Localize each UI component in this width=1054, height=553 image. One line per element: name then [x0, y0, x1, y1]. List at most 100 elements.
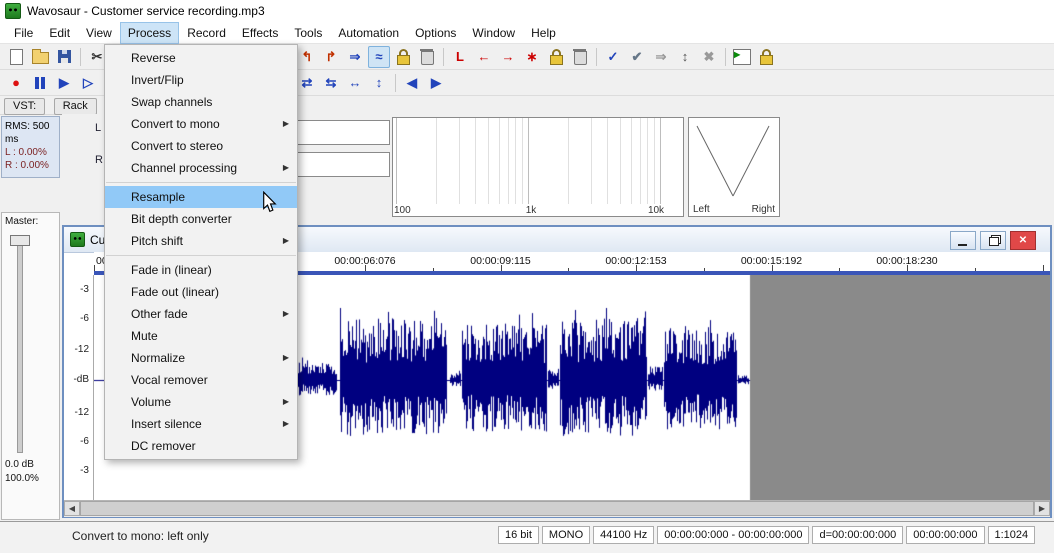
- lock-loops-button[interactable]: [545, 46, 567, 68]
- dotted-arrow-button[interactable]: ⇒: [650, 46, 672, 68]
- previous-marker-button[interactable]: ↰: [296, 46, 318, 68]
- menu-file[interactable]: File: [6, 22, 41, 44]
- loop-out-button[interactable]: →: [497, 46, 519, 68]
- menu-tools[interactable]: Tools: [286, 22, 330, 44]
- submenu-arrow-icon: ▶: [283, 303, 289, 325]
- status-field-4: d=00:00:00:000: [812, 526, 903, 544]
- menu-window[interactable]: Window: [464, 22, 523, 44]
- save-file-button[interactable]: [53, 46, 75, 68]
- rms-window-label: RMS: 500 ms: [5, 120, 59, 146]
- spectrum-gridline: [528, 118, 529, 204]
- menu-item-mute[interactable]: Mute: [105, 325, 297, 347]
- zoom-loop-button[interactable]: ⇆: [320, 72, 342, 94]
- menu-item-vocal-remover[interactable]: Vocal remover: [105, 369, 297, 391]
- spectrum-gridline: [508, 118, 509, 204]
- lock-loops-icon: [550, 55, 563, 65]
- db-scale-label: -12: [75, 407, 89, 418]
- menu-item-pitch-shift[interactable]: Pitch shift▶: [105, 230, 297, 252]
- menu-item-insert-silence[interactable]: Insert silence ▶: [105, 413, 297, 435]
- loop-marker-button[interactable]: ∗: [521, 46, 543, 68]
- menu-effects[interactable]: Effects: [234, 22, 286, 44]
- menu-item-reverse[interactable]: Reverse: [105, 47, 297, 69]
- menu-separator: [106, 255, 296, 256]
- vst-rack-button[interactable]: Rack: [54, 98, 97, 115]
- menu-record[interactable]: Record: [179, 22, 234, 44]
- menu-item-invert-flip[interactable]: Invert/Flip: [105, 69, 297, 91]
- menu-item-volume[interactable]: Volume▶: [105, 391, 297, 413]
- minimize-button[interactable]: [950, 231, 976, 250]
- dotted-arrow-icon: ⇒: [656, 49, 667, 65]
- horizontal-scrollbar[interactable]: ◀ ▶: [64, 500, 1050, 517]
- scroll-right-arrow-icon[interactable]: ▶: [1034, 501, 1050, 516]
- zoom-selection-button[interactable]: ⇄: [296, 72, 318, 94]
- zero-crossing-button[interactable]: ✓: [602, 46, 624, 68]
- menu-item-convert-to-stereo[interactable]: Convert to stereo: [105, 135, 297, 157]
- menu-process[interactable]: Process: [120, 22, 179, 44]
- scrollbar-thumb[interactable]: [80, 501, 1034, 516]
- previous-view-button[interactable]: ◀: [401, 72, 423, 94]
- vu-right-label: R: [95, 154, 104, 166]
- menu-item-convert-to-mono[interactable]: Convert to mono▶: [105, 113, 297, 135]
- submenu-arrow-icon: ▶: [283, 113, 289, 135]
- scroll-left-arrow-icon[interactable]: ◀: [64, 501, 80, 516]
- restore-button[interactable]: [980, 231, 1006, 250]
- lock-preview-icon: [760, 55, 773, 65]
- menu-item-fade-in-linear-[interactable]: Fade in (linear): [105, 259, 297, 281]
- vst-label-button[interactable]: VST:: [4, 98, 45, 115]
- title-bar[interactable]: Wavosaur - Customer service recording.mp…: [0, 0, 1054, 23]
- menu-automation[interactable]: Automation: [330, 22, 407, 44]
- delete-loops-button[interactable]: [569, 46, 591, 68]
- zoom-vertical-button[interactable]: ↕: [368, 72, 390, 94]
- submenu-arrow-icon: ▶: [283, 157, 289, 179]
- delete-markers-button[interactable]: [416, 46, 438, 68]
- menu-item-other-fade[interactable]: Other fade ▶: [105, 303, 297, 325]
- submenu-arrow-icon: ▶: [283, 230, 289, 252]
- play-button[interactable]: ▶: [53, 72, 75, 94]
- menu-item-label: Vocal remover: [131, 373, 208, 387]
- cancel-button[interactable]: ✖: [698, 46, 720, 68]
- menu-item-swap-channels[interactable]: Swap channels: [105, 91, 297, 113]
- validate-button[interactable]: ✔: [626, 46, 648, 68]
- spectrum-gridline: [660, 118, 661, 204]
- menu-item-dc-remover[interactable]: DC remover: [105, 435, 297, 457]
- submenu-arrow-icon: ▶: [283, 413, 289, 435]
- menu-item-normalize[interactable]: Normalize▶: [105, 347, 297, 369]
- zoom-all-button[interactable]: ↔: [344, 72, 366, 94]
- open-file-button[interactable]: [29, 46, 51, 68]
- menu-item-label: Other fade: [131, 307, 188, 321]
- pause-button[interactable]: [29, 72, 51, 94]
- play-preview-button[interactable]: ▶: [731, 46, 753, 68]
- menu-item-channel-processing[interactable]: Channel processing ▶: [105, 157, 297, 179]
- close-button[interactable]: ✕: [1010, 231, 1036, 250]
- next-marker-button[interactable]: ↱: [320, 46, 342, 68]
- zoom-all-icon: ↔: [349, 75, 362, 90]
- new-file-button[interactable]: [5, 46, 27, 68]
- spectrum-gridline: [591, 118, 592, 204]
- menu-help[interactable]: Help: [523, 22, 564, 44]
- master-db-value: 0.0 dB: [5, 459, 34, 470]
- record-button[interactable]: ●: [5, 72, 27, 94]
- menu-item-fade-out-linear-[interactable]: Fade out (linear): [105, 281, 297, 303]
- lock-preview-button[interactable]: [755, 46, 777, 68]
- db-scale-label: -12: [75, 344, 89, 355]
- play-from-marker-button[interactable]: ⇒: [344, 46, 366, 68]
- menu-item-label: Insert silence: [131, 417, 202, 431]
- menu-options[interactable]: Options: [407, 22, 464, 44]
- master-slider-track[interactable]: [17, 235, 23, 453]
- master-slider-thumb[interactable]: [10, 235, 30, 246]
- status-field-1: MONO: [542, 526, 590, 544]
- menu-item-label: Channel processing: [131, 161, 237, 175]
- loop-in-button[interactable]: ←: [473, 46, 495, 68]
- menu-edit[interactable]: Edit: [41, 22, 78, 44]
- db-scale-label: -dB: [73, 374, 89, 385]
- auto-zoom-button[interactable]: ≈: [368, 46, 390, 68]
- window-title: Wavosaur - Customer service recording.mp…: [27, 4, 265, 18]
- loop-start-button[interactable]: L: [449, 46, 471, 68]
- next-view-button[interactable]: ▶: [425, 72, 447, 94]
- status-field-2: 44100 Hz: [593, 526, 654, 544]
- play-selection-button[interactable]: ▷: [77, 72, 99, 94]
- lock-markers-button[interactable]: [392, 46, 414, 68]
- resize-vertical-button[interactable]: ↕: [674, 46, 696, 68]
- master-percent-value: 100.0%: [5, 473, 39, 484]
- menu-view[interactable]: View: [78, 22, 120, 44]
